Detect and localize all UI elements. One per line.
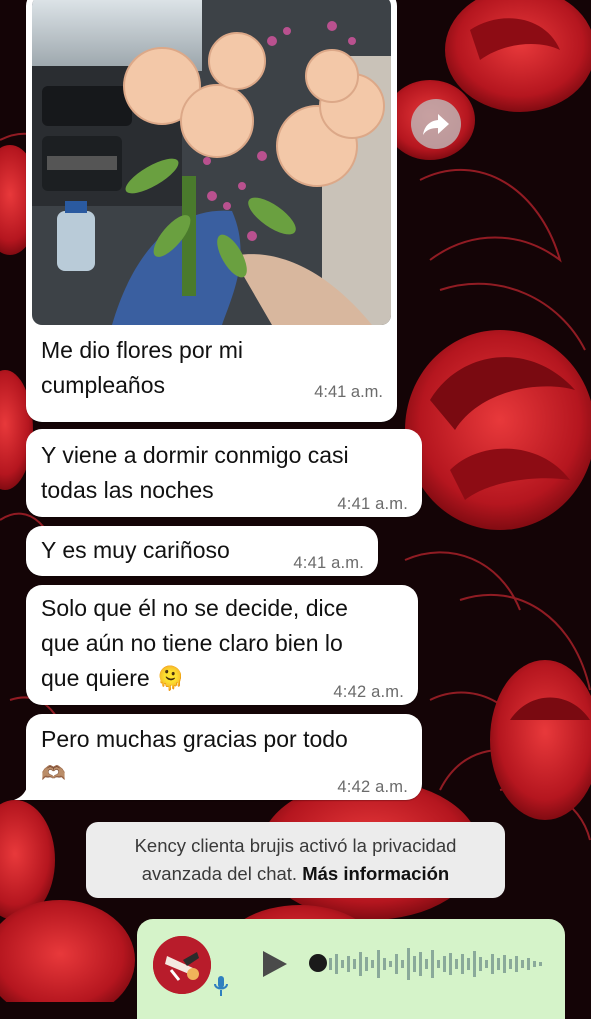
message-text: Pero muchas gracias por todo 🫶🏽 bbox=[41, 722, 348, 792]
message-text: Me dio flores por mi cumpleaños bbox=[41, 337, 243, 398]
message-bubble[interactable]: Y es muy cariñoso 4:41 a.m. bbox=[26, 526, 378, 576]
message-timestamp: 4:42 a.m. bbox=[333, 683, 404, 701]
voice-message-bubble[interactable] bbox=[137, 919, 565, 1019]
notice-line: Kency clienta brujis activó la privacida… bbox=[134, 835, 457, 856]
voice-waveform[interactable] bbox=[329, 944, 549, 984]
bubble-tail bbox=[14, 784, 28, 800]
message-timestamp: 4:41 a.m. bbox=[314, 383, 383, 401]
privacy-system-notice: Kency clienta brujis activó la privacida… bbox=[86, 822, 505, 898]
message-bubble[interactable]: Solo que él no se decide, dice que aún n… bbox=[26, 585, 418, 705]
message-timestamp: 4:41 a.m. bbox=[337, 495, 408, 513]
forward-button[interactable] bbox=[411, 99, 461, 149]
flowers-photo[interactable] bbox=[32, 0, 391, 325]
message-bubble-photo[interactable]: Me dio flores por mi cumpleaños 4:41 a.m… bbox=[26, 0, 397, 422]
playback-slider-knob[interactable] bbox=[309, 954, 327, 972]
forward-arrow-icon bbox=[423, 114, 449, 135]
avatar[interactable] bbox=[153, 936, 211, 994]
message-text: Solo que él no se decide, dice que aún n… bbox=[41, 595, 348, 691]
play-icon[interactable] bbox=[261, 949, 289, 979]
message-timestamp: 4:42 a.m. bbox=[337, 778, 408, 796]
message-bubble[interactable]: Y viene a dormir conmigo casi todas las … bbox=[26, 429, 422, 517]
message-text: Y viene a dormir conmigo casi todas las … bbox=[41, 442, 349, 503]
heart-hands-emoji: 🫶🏽 bbox=[41, 763, 66, 785]
more-info-link[interactable]: Más información bbox=[302, 863, 449, 884]
message-bubble[interactable]: Pero muchas gracias por todo 🫶🏽 4:42 a.m… bbox=[26, 714, 422, 800]
melting-face-emoji: 🫠 bbox=[156, 665, 185, 691]
microphone-icon bbox=[214, 976, 228, 996]
message-text: Y es muy cariñoso bbox=[41, 537, 230, 563]
notice-line: avanzada del chat. bbox=[141, 863, 303, 884]
message-timestamp: 4:41 a.m. bbox=[293, 554, 364, 572]
